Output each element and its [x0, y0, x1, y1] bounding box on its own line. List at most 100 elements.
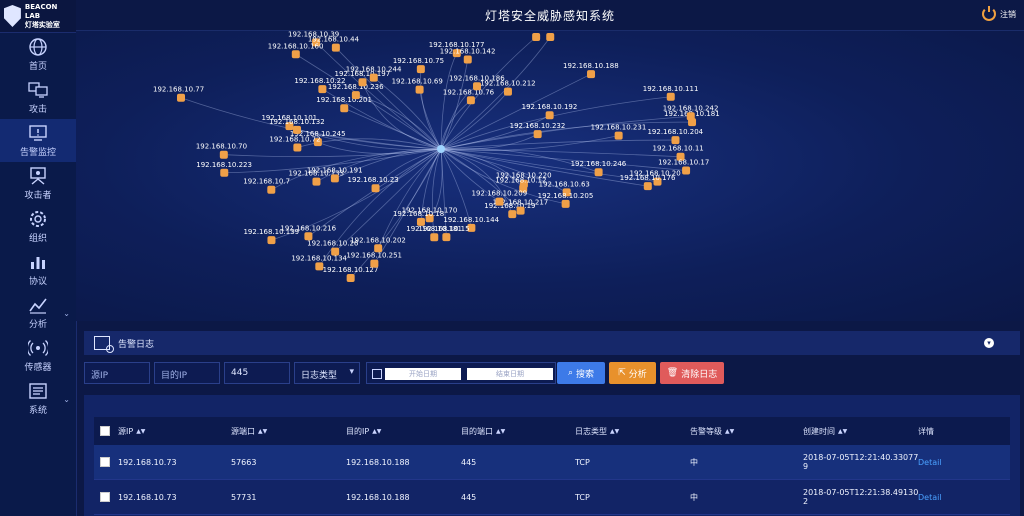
sort-icon[interactable]: ▲▼ [372, 428, 381, 435]
sort-icon[interactable]: ▲▼ [838, 428, 847, 435]
graph-node[interactable] [177, 93, 185, 102]
graph-node-label: 192.168.10.191 [307, 166, 363, 174]
graph-node[interactable] [561, 199, 570, 208]
sidebar-item-alert-monitor[interactable]: 告警监控 [0, 119, 76, 162]
graph-node-label: 192.168.10.236 [328, 83, 384, 91]
graph-node[interactable] [532, 33, 541, 41]
graph-node[interactable] [508, 210, 517, 219]
dst-port-cell: 445 [461, 492, 477, 502]
graph-node[interactable] [416, 217, 425, 226]
graph-node[interactable] [331, 43, 340, 52]
graph-node[interactable] [587, 70, 596, 79]
log-type-select[interactable]: 日志类型 [294, 362, 360, 384]
graph-node[interactable] [304, 232, 313, 241]
graph-node[interactable] [351, 91, 360, 100]
graph-node[interactable] [346, 274, 355, 283]
column-header[interactable]: 目的端口 [461, 426, 493, 437]
sidebar-item-organization[interactable]: 组织 [0, 205, 76, 248]
sidebar-item-protocol[interactable]: 协议 [0, 248, 76, 291]
network-graph-canvas[interactable]: 192.168.10.11192.168.10.220 192.168.10.20… [76, 31, 1024, 321]
sidebar-item-attacker[interactable]: 攻击者 [0, 162, 76, 205]
port-input[interactable]: 445 [224, 362, 290, 384]
detail-link[interactable]: Detail [918, 445, 942, 479]
sort-icon[interactable]: ▲▼ [496, 428, 505, 435]
graph-node[interactable] [430, 233, 439, 242]
graph-node[interactable] [291, 50, 300, 59]
graph-node[interactable] [416, 65, 425, 74]
graph-node[interactable] [358, 78, 367, 87]
graph-node[interactable] [219, 150, 228, 159]
clear-log-button[interactable]: 🗑 清除日志 [660, 362, 724, 384]
sort-icon[interactable]: ▲▼ [610, 428, 619, 435]
row-checkbox[interactable] [100, 492, 110, 502]
graph-node-label: 192.168.10.69 [392, 78, 443, 86]
sort-icon[interactable]: ▲▼ [258, 428, 267, 435]
date-range-picker[interactable]: 开始日期 结束日期 [366, 362, 556, 384]
graph-node[interactable] [545, 111, 554, 120]
sidebar-item-home[interactable]: 首页 [0, 33, 76, 76]
graph-node[interactable] [614, 131, 623, 140]
graph-node[interactable] [671, 136, 680, 145]
graph-node[interactable] [533, 130, 542, 139]
graph-node[interactable] [374, 244, 383, 253]
graph-node[interactable] [415, 85, 424, 94]
end-date-input[interactable]: 结束日期 [467, 368, 553, 380]
graph-node[interactable] [293, 143, 302, 152]
table-row[interactable]: 192.168.10.73 57663 192.168.10.188 445 T… [94, 445, 1010, 480]
analyze-button[interactable]: ⇱ 分析 [609, 362, 656, 384]
graph-node[interactable] [495, 197, 504, 206]
logout-button[interactable]: 注销 [982, 6, 1016, 21]
graph-node-label: 192.168.10.231 [591, 124, 647, 132]
column-header[interactable]: 源IP [118, 426, 133, 437]
sidebar-item-analysis[interactable]: 分析 ⌄ [0, 291, 76, 334]
column-header[interactable]: 目的IP [346, 426, 369, 437]
graph-node[interactable] [370, 259, 379, 268]
graph-node[interactable] [220, 168, 229, 177]
graph-node[interactable] [643, 182, 652, 191]
graph-node[interactable] [594, 168, 603, 177]
graph-node[interactable] [371, 184, 380, 193]
detail-link[interactable]: Detail [918, 480, 942, 514]
graph-node[interactable] [516, 206, 525, 215]
sort-icon[interactable]: ▲▼ [136, 428, 145, 435]
start-date-input[interactable]: 开始日期 [385, 368, 461, 380]
select-all-checkbox[interactable] [100, 426, 110, 436]
graph-node-label: 192.168.10.201 [316, 96, 372, 104]
search-button[interactable]: ⌕ 搜索 [557, 362, 605, 384]
graph-node[interactable] [503, 87, 512, 96]
graph-node[interactable] [293, 125, 302, 134]
graph-node[interactable] [340, 104, 349, 113]
column-header[interactable]: 创建时间 [803, 426, 835, 437]
graph-node[interactable] [330, 174, 339, 183]
dst-ip-input[interactable]: 目的IP [154, 362, 220, 384]
graph-node[interactable] [682, 166, 691, 175]
sort-icon[interactable]: ▲▼ [725, 428, 734, 435]
network-graph[interactable]: 192.168.10.11 192.168.10.220 192.168.10.20… [76, 31, 1024, 321]
graph-node[interactable] [686, 112, 695, 121]
graph-node[interactable] [315, 262, 324, 271]
graph-node[interactable] [312, 177, 321, 186]
graph-node[interactable] [267, 185, 276, 194]
src-ip-input[interactable]: 源IP [84, 362, 150, 384]
graph-node[interactable] [442, 233, 451, 242]
sidebar-item-sensor[interactable]: 传感器 [0, 334, 76, 377]
graph-node-label: 192.168.10.76 [443, 88, 495, 96]
row-checkbox[interactable] [100, 457, 110, 467]
graph-node[interactable] [463, 55, 472, 64]
graph-node[interactable] [369, 73, 378, 82]
graph-node[interactable] [466, 96, 475, 105]
column-header[interactable]: 源端口 [231, 426, 255, 437]
sidebar-item-attack[interactable]: 攻击 [0, 76, 76, 119]
sidebar-item-system[interactable]: 系统 ⌄ [0, 377, 76, 420]
collapse-icon[interactable]: ▾ [984, 338, 994, 348]
graph-center-node[interactable] [437, 145, 445, 153]
table-row[interactable]: 192.168.10.73 57731 192.168.10.188 445 T… [94, 480, 1010, 515]
graph-node[interactable] [318, 85, 327, 94]
column-header[interactable]: 日志类型 [575, 426, 607, 437]
graph-node[interactable] [267, 236, 276, 245]
graph-node[interactable] [546, 33, 555, 41]
graph-node-label: 192.168.10.17 [658, 159, 709, 167]
created-time-line1: 2018-07-05T12:21:38.49130 [803, 488, 919, 497]
column-header[interactable]: 告警等级 [690, 426, 722, 437]
graph-node[interactable] [666, 92, 675, 101]
